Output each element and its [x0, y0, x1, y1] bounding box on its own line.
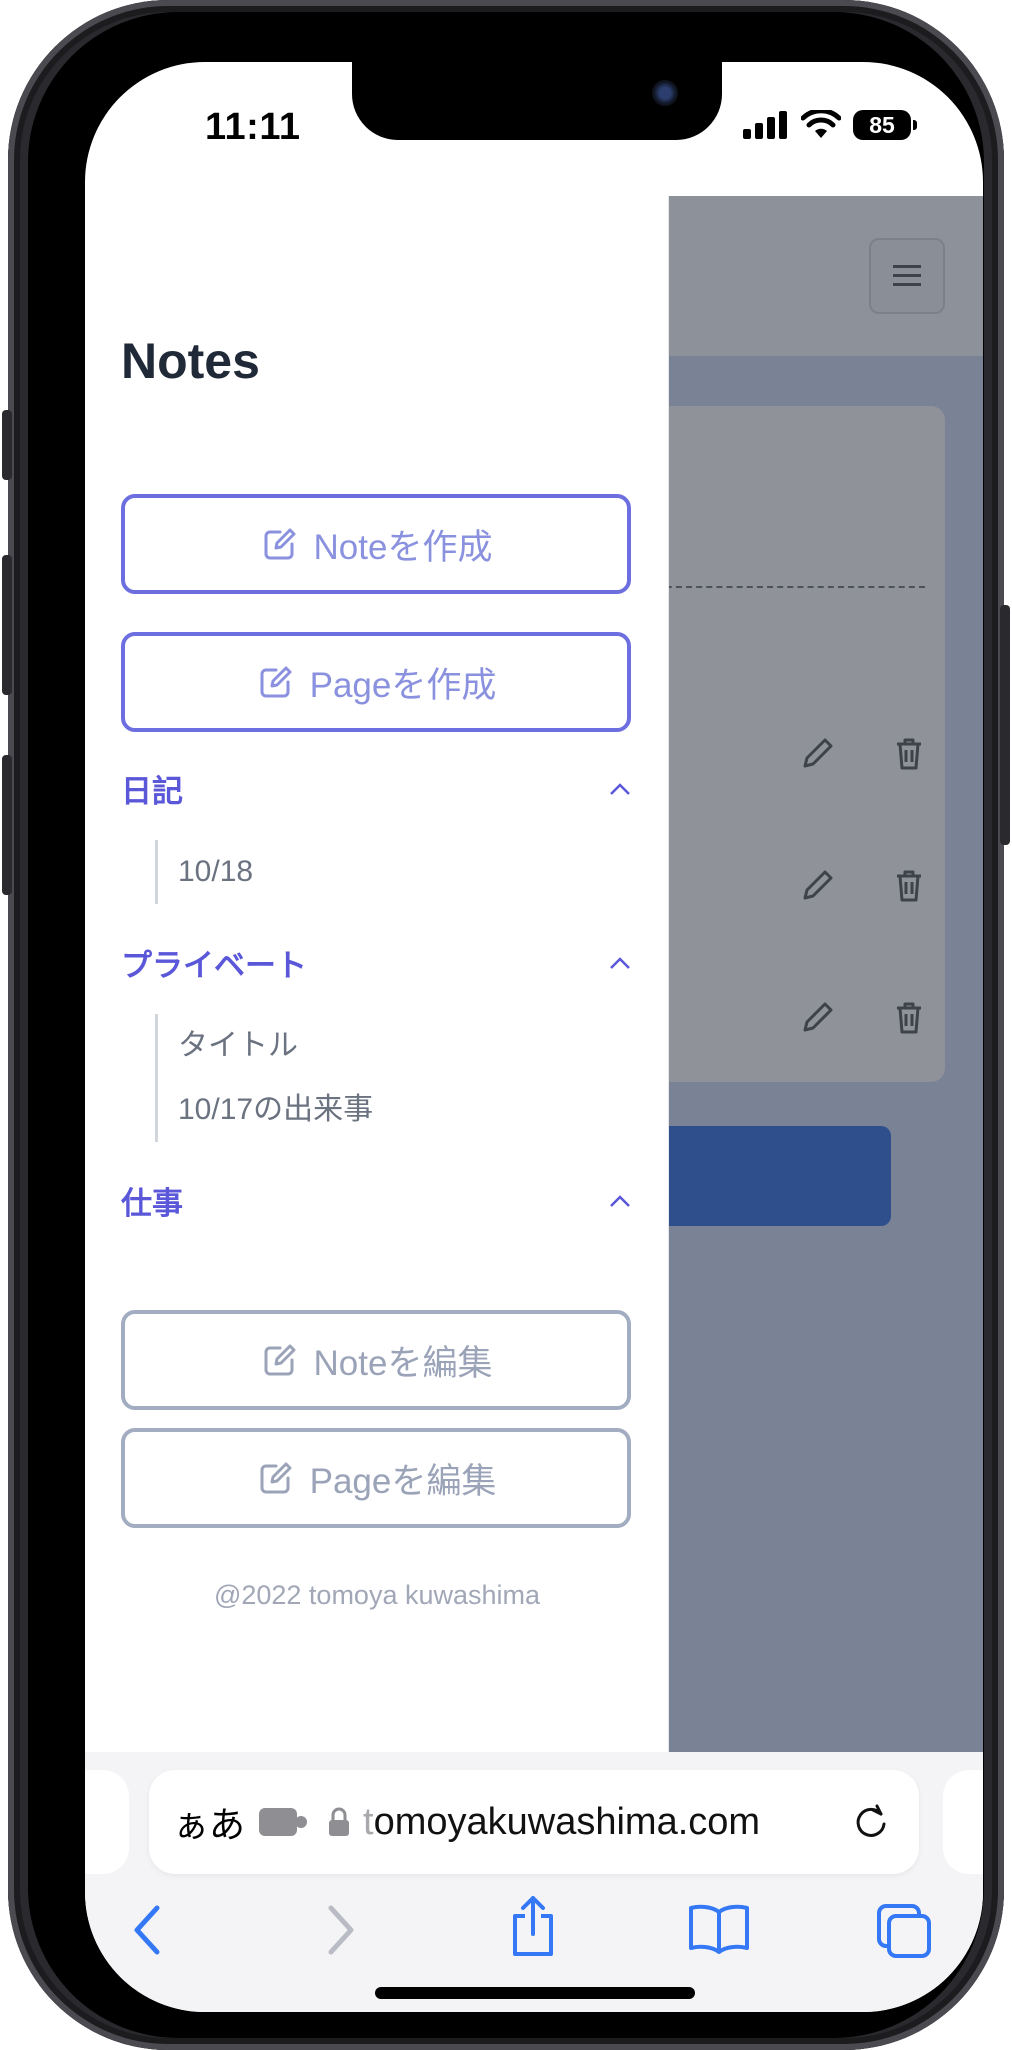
front-camera	[652, 80, 678, 106]
trash-icon[interactable]	[889, 734, 929, 774]
edit-note-button[interactable]: Noteを編集	[121, 1310, 631, 1410]
notes-drawer: Notes Noteを作成 Pageを作成 日記 10/18 プライベート タイ…	[85, 196, 669, 1752]
create-note-label: Noteを作成	[313, 527, 493, 567]
edit-icon	[260, 666, 292, 698]
status-icons: 85	[743, 110, 917, 140]
url-text[interactable]: tomoyakuwashima.com	[363, 1801, 851, 1844]
edit-icon	[264, 528, 296, 560]
edit-icon	[264, 1344, 296, 1376]
home-indicator	[375, 1987, 695, 1999]
phone-frame: 11:11 85 Notes Noteを作成 Pageを作成 日記 10/18 …	[2, 0, 1010, 2050]
section-title: プライベート	[121, 948, 307, 983]
bezel: 11:11 85 Notes Noteを作成 Pageを作成 日記 10/18 …	[28, 12, 984, 2038]
trash-icon[interactable]	[889, 866, 929, 906]
chevron-up-icon	[610, 956, 630, 969]
mute-switch	[2, 410, 12, 480]
notch	[352, 62, 722, 140]
list-item[interactable]: タイトル	[158, 1014, 373, 1078]
section-title: 仕事	[121, 1186, 183, 1221]
edit-icon	[260, 1462, 292, 1494]
section-header-diary[interactable]: 日記	[121, 766, 631, 811]
list-item[interactable]: 10/18	[158, 840, 253, 904]
safari-toolbar	[85, 1896, 983, 1982]
drawer-title: Notes	[121, 333, 260, 389]
chevron-up-icon	[610, 782, 630, 795]
chevron-up-icon	[610, 1194, 630, 1207]
previous-tab-preview[interactable]	[85, 1770, 129, 1874]
next-tab-preview[interactable]	[943, 1770, 983, 1874]
create-page-label: Pageを作成	[309, 665, 497, 705]
wifi-icon	[801, 110, 841, 138]
section-list-diary: 10/18	[155, 840, 253, 904]
reload-icon[interactable]	[851, 1802, 891, 1842]
bookmarks-icon[interactable]	[687, 1902, 751, 1954]
url-prefix: t	[363, 1800, 374, 1843]
url-domain: omoyakuwashima.com	[373, 1800, 761, 1843]
copyright-text: @2022 tomoya kuwashima	[213, 1580, 541, 1610]
menu-icon	[893, 265, 921, 286]
lock-icon	[329, 1807, 350, 1836]
volume-down-button	[2, 755, 12, 895]
section-list-private: タイトル 10/17の出来事	[155, 1014, 373, 1142]
extension-icon[interactable]	[259, 1808, 308, 1836]
volume-up-button	[2, 555, 12, 695]
safari-bottom-bar: ぁあ tomoyakuwashima.com	[85, 1752, 983, 2012]
create-page-button[interactable]: Pageを作成	[121, 632, 631, 732]
section-title: 日記	[121, 774, 183, 809]
back-icon[interactable]	[129, 1902, 165, 1958]
trash-icon[interactable]	[889, 998, 929, 1038]
section-header-work[interactable]: 仕事	[121, 1178, 631, 1223]
edit-page-label: Pageを編集	[309, 1461, 497, 1501]
hamburger-menu-button[interactable]	[869, 238, 945, 314]
address-bar[interactable]: ぁあ tomoyakuwashima.com	[149, 1770, 919, 1874]
pencil-icon[interactable]	[797, 998, 837, 1038]
pencil-icon[interactable]	[797, 734, 837, 774]
power-button	[1000, 605, 1010, 845]
status-time: 11:11	[205, 106, 301, 148]
edit-note-label: Noteを編集	[313, 1343, 493, 1383]
tabs-icon[interactable]	[875, 1902, 935, 1958]
list-item[interactable]: 10/17の出来事	[158, 1078, 373, 1142]
edit-page-button[interactable]: Pageを編集	[121, 1428, 631, 1528]
create-note-button[interactable]: Noteを作成	[121, 494, 631, 594]
page-settings-button[interactable]: ぁあ	[173, 1796, 245, 1848]
cellular-signal-icon	[743, 111, 787, 139]
screen: 11:11 85 Notes Noteを作成 Pageを作成 日記 10/18 …	[85, 62, 983, 2012]
battery-indicator: 85	[853, 110, 917, 140]
section-header-private[interactable]: プライベート	[121, 940, 631, 985]
forward-icon[interactable]	[323, 1902, 359, 1958]
pencil-icon[interactable]	[797, 866, 837, 906]
share-icon[interactable]	[505, 1894, 561, 1958]
